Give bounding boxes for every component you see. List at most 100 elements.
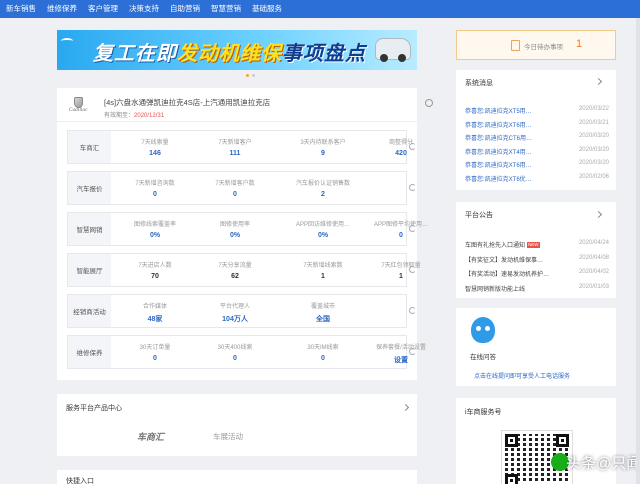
message-title[interactable]: 【有奖活动】速易发动机养护… [465,269,557,278]
carousel-indicators[interactable] [246,74,255,77]
message-item[interactable]: 智慧网销新版功能上线 2020/01/03 [465,284,609,294]
message-item[interactable]: 车图有礼抢先入口通知 NEW 2020/04/24 [465,240,609,250]
message-title[interactable]: 恭喜您:凯迪拉克XT6用… [465,120,557,129]
store-name: [4s]六盘水通弹凯迪拉克4S店-上汽通用凯迪拉克店 [104,98,271,107]
refresh-icon[interactable] [409,348,416,355]
chevron-right-icon[interactable] [594,210,603,219]
nav-self-marketing[interactable]: 自助营销 [164,0,205,18]
online-qa-button[interactable]: 在线问答 [470,351,496,361]
metric-cell[interactable]: 30天400线索 0 [198,336,272,362]
nav-maintenance[interactable]: 维修保养 [41,0,82,18]
metric-value[interactable]: 70 [118,269,192,280]
metric-row-label: 智能展厅 [68,254,111,286]
metric-value[interactable]: 9 [286,146,360,157]
metric-label: APP回访维修使用… [295,222,350,228]
metric-value[interactable]: 2 [286,187,360,198]
metric-cell[interactable]: 7天进店人数 70 [118,254,192,280]
nav-customer-management[interactable]: 客户管理 [82,0,123,18]
metric-value[interactable]: 0 [118,351,192,362]
carousel-dot-active[interactable] [246,74,249,77]
metric-cell[interactable]: 图修线索覆盖率 0% [118,213,192,239]
nav-new-car-sales[interactable]: 新车销售 [0,0,41,18]
metric-value[interactable]: 0 [198,351,272,362]
metric-cell[interactable]: 3天内待联系客户 9 [286,131,360,157]
todo-count[interactable]: 1 [576,38,582,50]
store-header: Cadillac [4s]六盘水通弹凯迪拉克4S店-上汽通用凯迪拉克店 有效期至… [57,88,433,122]
metric-value[interactable]: 0% [118,228,192,239]
message-title[interactable]: 恭喜您:凯迪拉克XT4用… [465,147,557,156]
metric-value[interactable]: 0 [118,187,192,198]
metric-cell[interactable]: 商整得分 420 [364,131,438,157]
metric-value[interactable]: 设置 [364,351,438,365]
chevron-right-icon[interactable] [594,77,603,86]
refresh-icon[interactable] [409,143,416,150]
refresh-icon[interactable] [409,225,416,232]
metric-value[interactable]: 0 [286,351,360,362]
metric-cell[interactable]: 7天红包领取量 1 [364,254,438,280]
today-todo-card[interactable]: 今日待办事项 1 [456,30,616,60]
product-auto-show[interactable]: 车展活动 [213,431,243,442]
metric-cell[interactable]: 30天IM线索 0 [286,336,360,362]
message-item[interactable]: 恭喜您:凯迪拉克XT6用… 2020/03/20 [465,160,609,170]
metric-value[interactable]: 420 [364,146,438,157]
metric-cell[interactable]: 保养套餐/活动设置 设置 [364,336,438,365]
refresh-icon[interactable] [409,184,416,191]
promo-banner[interactable]: 复工在即发动机维保事项盘点 [57,30,417,70]
metric-cell[interactable]: 平台代理人 104万人 [198,295,272,324]
metric-cell[interactable]: 7天线索量 146 [118,131,192,157]
metric-cell[interactable]: 合作媒体 48家 [118,295,192,324]
message-item[interactable]: 恭喜您:凯迪拉克XT5用… 2020/03/22 [465,106,609,116]
metric-value[interactable]: 62 [198,269,272,280]
refresh-icon[interactable] [409,307,416,314]
metric-cell[interactable]: 7天新增客户数 0 [198,172,272,198]
metric-cell[interactable]: 覆盖城市 全国 [286,295,360,324]
platform-notice-title: 平台公告 [465,212,493,219]
message-item[interactable]: 恭喜您:凯迪拉克XT6优… 2020/02/06 [465,174,609,184]
message-item[interactable]: 恭喜您:凯迪拉克XT6用… 2020/03/21 [465,120,609,130]
metric-cell[interactable]: APP回访维修使用… 0% [286,213,360,239]
message-title[interactable]: 恭喜您:凯迪拉克CT6用… [465,133,557,142]
metric-cell[interactable]: APP图修平均使用… 0 [364,213,438,239]
message-title[interactable]: 恭喜您:凯迪拉克XT6用… [465,160,557,169]
metric-label: 30天IM线索 [307,345,339,351]
chevron-right-icon[interactable] [401,403,410,412]
refresh-icon[interactable] [409,266,416,273]
message-item[interactable]: 恭喜您:凯迪拉克CT6用… 2020/03/20 [465,133,609,143]
message-title[interactable]: 车图有礼抢先入口通知 NEW [465,240,557,249]
message-title[interactable]: 恭喜您:凯迪拉克XT6优… [465,174,557,183]
message-title[interactable]: 智慧网销新版功能上线 [465,284,557,293]
metric-value[interactable]: 全国 [286,310,360,324]
message-item[interactable]: 【有奖征文】发动机维保事… 2020/04/08 [465,255,609,265]
carousel-dot[interactable] [252,74,255,77]
product-cheshanghui-logo[interactable]: 车商汇 [137,430,164,443]
metric-value[interactable]: 1 [286,269,360,280]
nav-basic-services[interactable]: 基础服务 [246,0,287,18]
scrollbar[interactable] [636,18,640,484]
metric-value[interactable]: 0% [198,228,272,239]
metric-value[interactable]: 1 [364,269,438,280]
metric-cell[interactable]: 7天分享流量 62 [198,254,272,280]
metric-value[interactable]: 0 [364,228,438,239]
message-title[interactable]: 【有奖征文】发动机维保事… [465,255,557,264]
metric-cell[interactable]: 7天新增客户 111 [198,131,272,157]
metric-cell[interactable]: 30天订单量 0 [118,336,192,362]
message-item[interactable]: 【有奖活动】速易发动机养护… 2020/04/02 [465,269,609,279]
new-badge: NEW [527,242,540,248]
metric-cell[interactable]: 7天新增线索数 1 [286,254,360,280]
metric-cell[interactable]: 汽车报价认证销售数 2 [286,172,360,198]
metric-value[interactable]: 48家 [118,310,192,324]
settings-gear-icon[interactable] [425,99,433,107]
nav-decision-support[interactable]: 决策支持 [123,0,164,18]
nav-smart-marketing[interactable]: 智慧营销 [205,0,246,18]
metric-value[interactable]: 111 [198,146,272,157]
metric-cell[interactable]: 图修使用率 0% [198,213,272,239]
metric-value[interactable]: 0 [198,187,272,198]
metric-value[interactable]: 146 [118,146,192,157]
online-qa-tip-link[interactable]: 点击在线提问即可享受人工电话服务 [474,371,570,380]
message-item[interactable]: 恭喜您:凯迪拉克XT4用… 2020/03/20 [465,147,609,157]
message-title[interactable]: 恭喜您:凯迪拉克XT5用… [465,106,557,115]
metric-value[interactable]: 0% [286,228,360,239]
metric-cell[interactable]: 7天新增咨询数 0 [118,172,192,198]
metric-label: 30天订单量 [139,345,171,351]
metric-value[interactable]: 104万人 [198,310,272,324]
